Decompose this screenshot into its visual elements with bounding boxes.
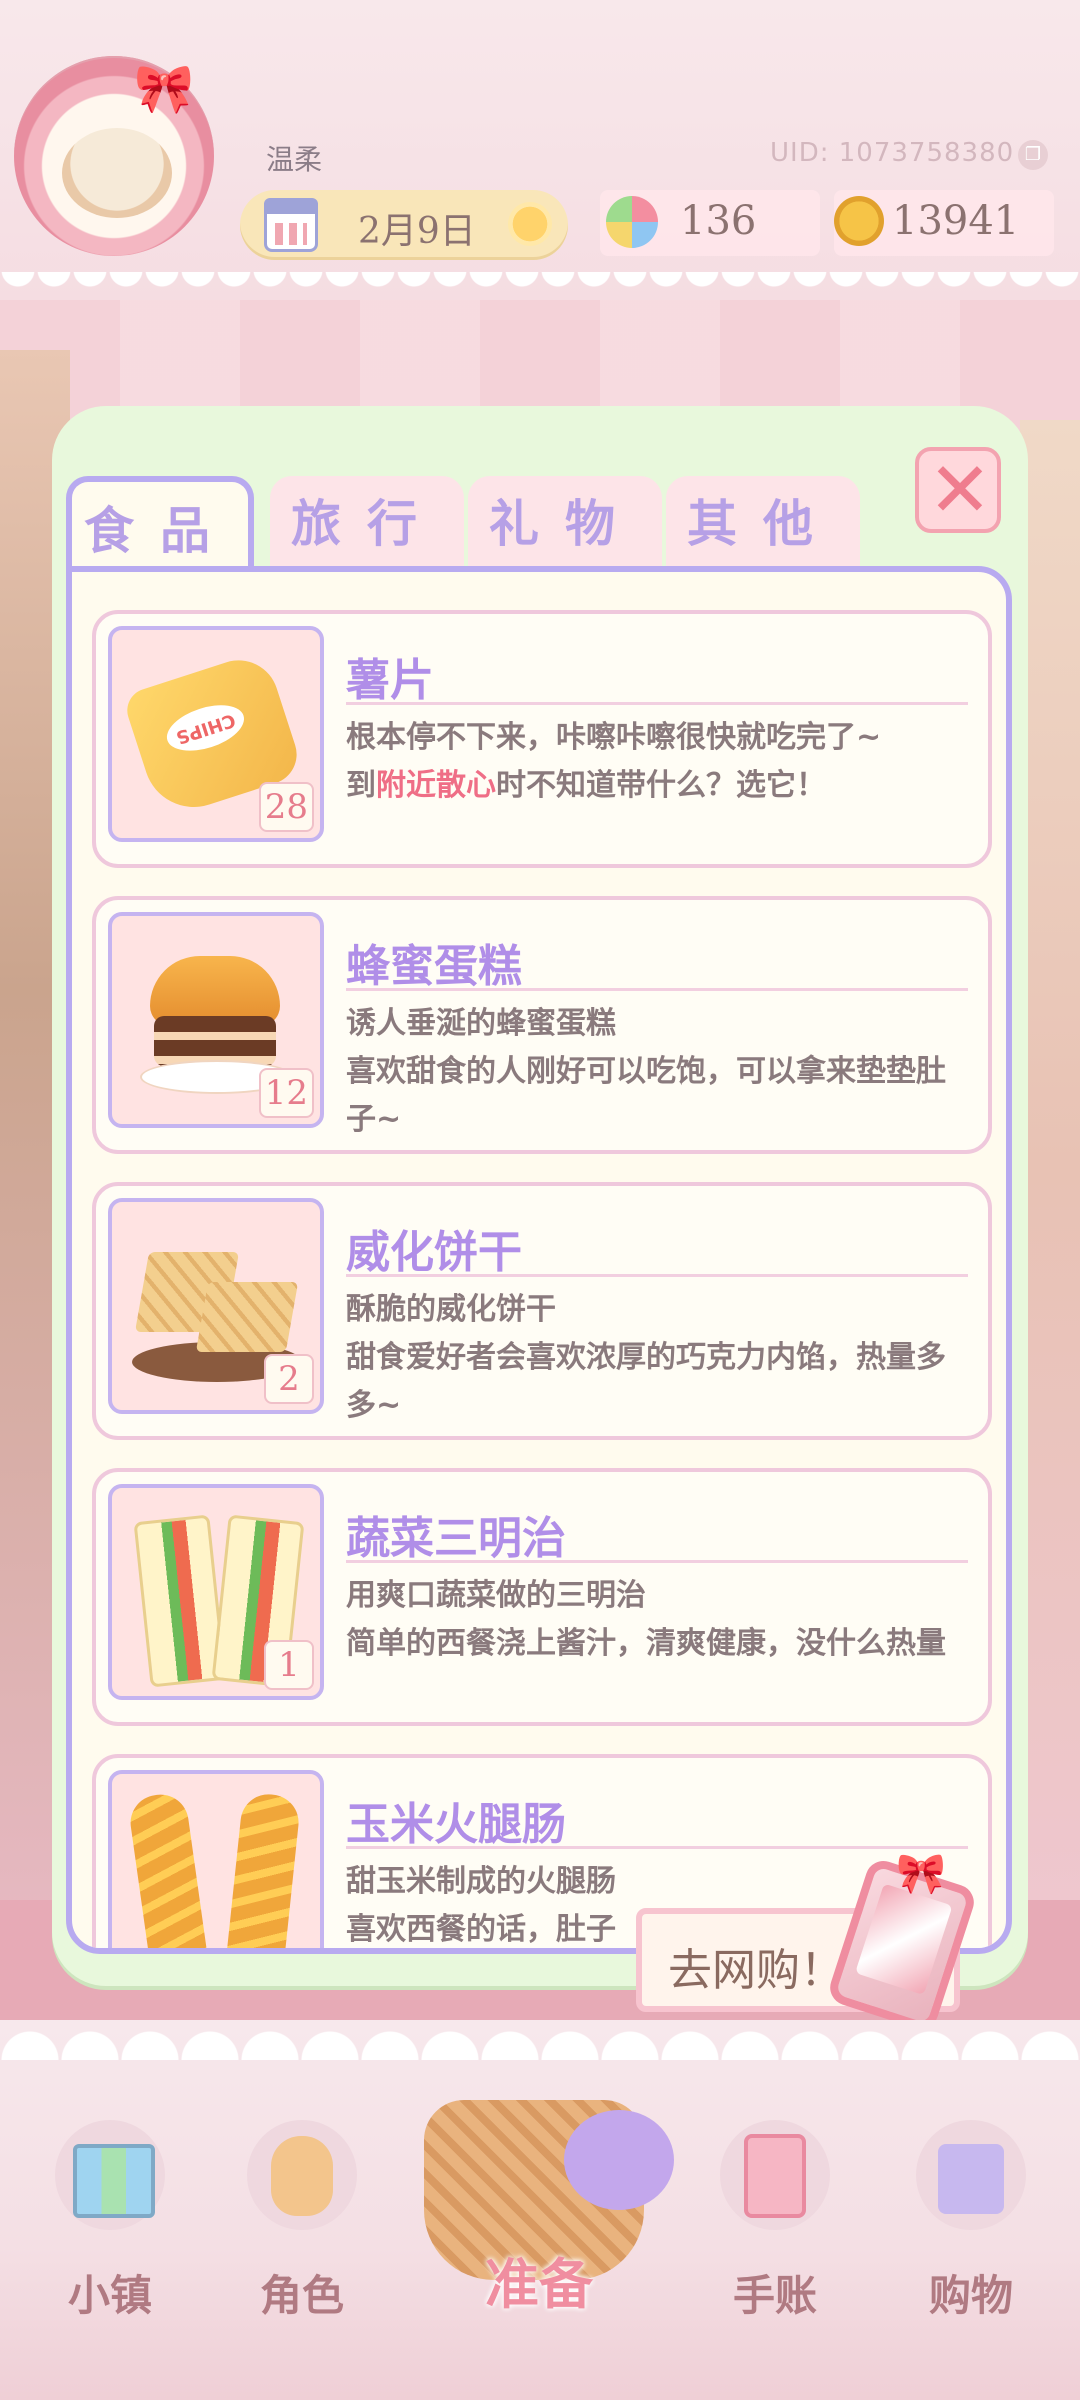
item-list: 28 薯片 根本停不下来，咔嚓咔嚓很快就吃完了~ 到附近散心时不知道带什么？选它… — [92, 610, 992, 1948]
rabbit-icon — [247, 2120, 357, 2230]
lace-trim — [0, 2020, 1080, 2060]
bow-icon: 🎀 — [134, 61, 194, 117]
coin-count: 13941 — [892, 198, 1020, 244]
wafer-piece — [195, 1282, 299, 1352]
calendar-icon — [264, 198, 318, 252]
desc-text: 到 — [346, 768, 376, 803]
tab-gift[interactable]: 礼物 — [468, 476, 662, 572]
username: 温柔 — [266, 143, 323, 176]
desc-text: 时不知道带什么？选它！ — [496, 768, 826, 803]
bow-icon: 🎀 — [896, 1851, 946, 1897]
corn-sausage-icon — [220, 1791, 302, 1948]
nav-label: 小镇 — [67, 2271, 152, 2320]
corn-sausage-icon — [126, 1791, 216, 1948]
uid-label: UID: 1073758380 — [770, 138, 1015, 168]
hat-icon — [564, 2110, 674, 2210]
quantity-badge: 28 — [258, 782, 314, 832]
desc-highlight: 附近散心 — [376, 768, 496, 803]
divider — [346, 988, 968, 991]
item-name: 蜂蜜蛋糕 — [346, 941, 522, 992]
item-thumbnail: 2 — [108, 1198, 324, 1414]
list-item[interactable]: 28 薯片 根本停不下来，咔嚓咔嚓很快就吃完了~ 到附近散心时不知道带什么？选它… — [92, 610, 992, 868]
map-icon — [55, 2120, 165, 2230]
quantity-badge: 2 — [264, 1354, 314, 1404]
item-description: 根本停不下来，咔嚓咔嚓很快就吃完了~ 到附近散心时不知道带什么？选它！ — [346, 714, 966, 810]
divider — [346, 702, 968, 705]
desc-line: 用爽口蔬菜做的三明治 — [346, 1578, 646, 1613]
quantity-badge: 12 — [258, 1068, 314, 1118]
date-display: 2月9日 — [240, 190, 568, 260]
lace-trim — [0, 272, 1080, 300]
copy-icon[interactable]: ❐ — [1018, 140, 1048, 170]
tab-other[interactable]: 其他 — [666, 476, 860, 572]
nav-label: 角色 — [259, 2271, 344, 2320]
flower-count: 136 — [680, 198, 757, 244]
go-shopping-label: 去网购！ — [668, 1945, 844, 1996]
shopping-bag-icon — [916, 2120, 1026, 2230]
item-name: 薯片 — [346, 655, 434, 706]
item-name: 玉米火腿肠 — [346, 1799, 566, 1850]
item-description: 诱人垂涎的蜂蜜蛋糕 喜欢甜食的人刚好可以吃饱，可以拿来垫垫肚子~ — [346, 1000, 966, 1144]
nav-town[interactable]: 小镇 — [35, 2120, 185, 2320]
list-item[interactable]: 1 蔬菜三明治 用爽口蔬菜做的三明治 简单的西餐浇上酱汁，清爽健康，没什么热量 — [92, 1468, 992, 1726]
coin-icon — [834, 196, 884, 246]
desc-line: 简单的西餐浇上酱汁，清爽健康，没什么热量 — [346, 1626, 946, 1661]
desc-line: 到附近散心时不知道带什么？选它！ — [346, 762, 966, 810]
avatar-face — [62, 128, 172, 218]
item-name: 威化饼干 — [346, 1227, 522, 1278]
flower-icon — [606, 196, 658, 248]
top-status-bar: 🎀 温柔 UID: 1073758380 ❐ 2月9日 136 13941 — [0, 0, 1080, 300]
divider — [346, 1560, 968, 1563]
nav-shopping[interactable]: 购物 — [896, 2120, 1046, 2320]
item-description: 用爽口蔬菜做的三明治 简单的西餐浇上酱汁，清爽健康，没什么热量 — [346, 1572, 966, 1668]
desc-line: 喜欢甜食的人刚好可以吃饱，可以拿来垫垫肚子~ — [346, 1054, 946, 1137]
item-thumbnail: 1 — [108, 1484, 324, 1700]
list-item[interactable]: 2 威化饼干 酥脆的威化饼干 甜食爱好者会喜欢浓厚的巧克力内馅，热量多多~ — [92, 1182, 992, 1440]
list-item[interactable]: 12 蜂蜜蛋糕 诱人垂涎的蜂蜜蛋糕 喜欢甜食的人刚好可以吃饱，可以拿来垫垫肚子~ — [92, 896, 992, 1154]
cake-body — [154, 1016, 276, 1066]
divider — [346, 1846, 968, 1849]
item-name: 蔬菜三明治 — [346, 1513, 566, 1564]
flower-currency[interactable]: 136 — [600, 190, 820, 256]
nav-label: 准备 — [485, 2253, 593, 2316]
sun-icon — [508, 202, 552, 246]
tab-travel[interactable]: 旅行 — [270, 476, 464, 572]
desc-line: 甜食爱好者会喜欢浓厚的巧克力内馅，热量多多~ — [346, 1340, 946, 1423]
nav-prepare[interactable]: 准备 — [384, 2070, 696, 2340]
date-text: 2月9日 — [358, 211, 476, 252]
nav-label: 手账 — [732, 2271, 817, 2320]
nav-label: 购物 — [928, 2271, 1013, 2320]
journal-icon — [720, 2120, 830, 2230]
divider — [346, 1274, 968, 1277]
desc-line: 诱人垂涎的蜂蜜蛋糕 — [346, 1006, 616, 1041]
nav-role[interactable]: 角色 — [227, 2120, 377, 2320]
close-button[interactable]: ✕ — [915, 447, 1001, 533]
desc-line: 根本停不下来，咔嚓咔嚓很快就吃完了~ — [346, 720, 882, 755]
desc-line: 酥脆的威化饼干 — [346, 1292, 556, 1327]
coin-currency[interactable]: 13941 — [834, 190, 1054, 256]
nav-journal[interactable]: 手账 — [700, 2120, 850, 2320]
quantity-badge: 1 — [264, 1640, 314, 1690]
item-list-frame[interactable]: 28 薯片 根本停不下来，咔嚓咔嚓很快就吃完了~ 到附近散心时不知道带什么？选它… — [66, 566, 1012, 1954]
close-icon: ✕ — [928, 445, 992, 534]
player-avatar[interactable]: 🎀 — [14, 56, 214, 256]
right-shelf — [1020, 420, 1080, 1920]
item-thumbnail: 28 — [108, 626, 324, 842]
item-thumbnail: 12 — [108, 912, 324, 1128]
item-description: 酥脆的威化饼干 甜食爱好者会喜欢浓厚的巧克力内馅，热量多多~ — [346, 1286, 966, 1430]
item-thumbnail — [108, 1770, 324, 1948]
